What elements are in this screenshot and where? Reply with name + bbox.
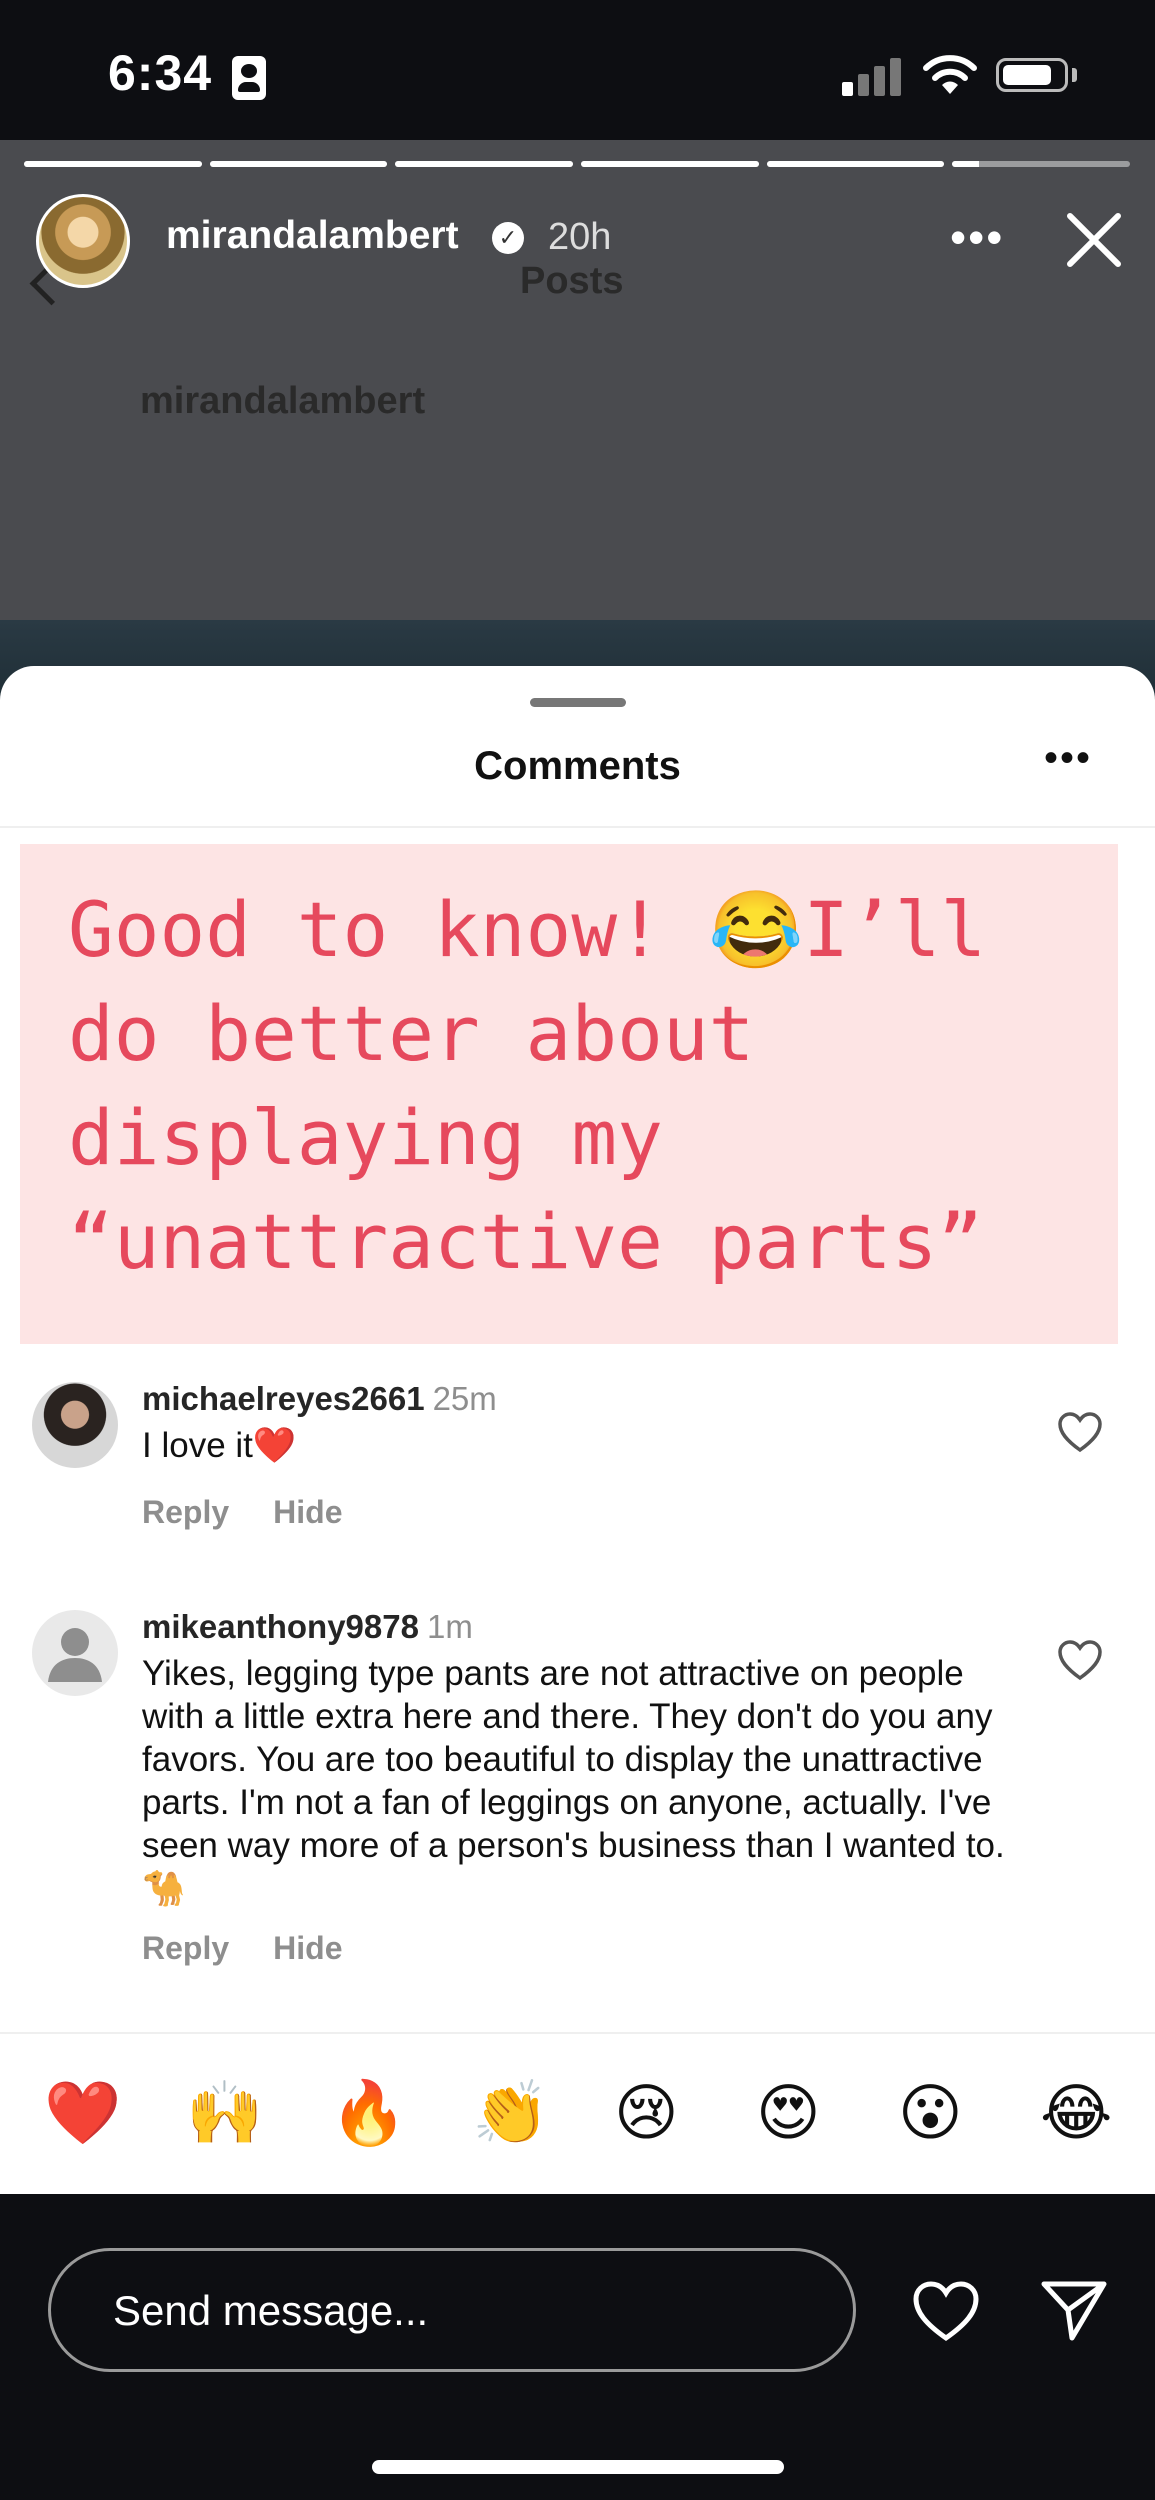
reaction-fire[interactable]: 🔥 bbox=[330, 2074, 407, 2154]
comment-username[interactable]: michaelreyes2661 25m bbox=[142, 1380, 497, 1418]
comment-username-text[interactable]: mikeanthony9878 bbox=[142, 1608, 419, 1645]
like-heart-icon[interactable] bbox=[1056, 1410, 1104, 1454]
reaction-raised-hands[interactable]: 🙌 bbox=[186, 2074, 263, 2154]
story-progress bbox=[24, 161, 1131, 167]
comment-text: Yikes, legging type pants are not attrac… bbox=[142, 1654, 1005, 1908]
comment-text: I love it❤️ bbox=[142, 1426, 297, 1465]
send-icon[interactable] bbox=[1038, 2276, 1110, 2344]
progress-segment bbox=[209, 161, 388, 167]
story-header: mirandalambert ✓ 20h ••• bbox=[0, 190, 1155, 290]
commenter-avatar[interactable] bbox=[32, 1382, 118, 1468]
verified-badge-icon: ✓ bbox=[492, 222, 524, 254]
battery-icon bbox=[996, 58, 1068, 92]
more-options-icon[interactable]: ••• bbox=[950, 210, 1004, 264]
reaction-laughing[interactable]: 😂 bbox=[1040, 2074, 1112, 2154]
story-username[interactable]: mirandalambert bbox=[166, 214, 459, 258]
wifi-icon bbox=[923, 55, 977, 94]
comment-time: 25m bbox=[432, 1380, 497, 1417]
like-story-heart-icon[interactable] bbox=[910, 2278, 982, 2344]
background-post-username: mirandalambert bbox=[140, 380, 426, 422]
cellular-signal-icon bbox=[842, 56, 902, 96]
clock: 6:34 bbox=[108, 45, 213, 101]
status-bar: 6:34 bbox=[0, 0, 1155, 140]
battery-tip bbox=[1072, 68, 1077, 82]
progress-segment bbox=[952, 161, 1131, 167]
comments-sheet: Comments ••• Good to know! 😂I’ll do bett… bbox=[0, 666, 1155, 2194]
hide-button[interactable]: Hide bbox=[273, 1930, 342, 1966]
reaction-heart-eyes[interactable]: 😍 bbox=[756, 2074, 821, 2154]
send-message-input[interactable]: Send message... bbox=[48, 2248, 856, 2372]
progress-segment bbox=[581, 161, 759, 167]
divider bbox=[0, 826, 1155, 828]
story-time: 20h bbox=[548, 216, 612, 258]
default-avatar-icon bbox=[48, 1628, 102, 1682]
comment-actions: Reply Hide bbox=[142, 1494, 386, 1531]
like-heart-icon[interactable] bbox=[1056, 1638, 1104, 1682]
progress-segment bbox=[766, 161, 945, 167]
progress-segment bbox=[24, 161, 202, 167]
comment-time: 1m bbox=[426, 1608, 473, 1645]
comment-item: michaelreyes2661 25m I love it❤️ Reply Hid… bbox=[0, 1374, 1155, 1554]
story-avatar[interactable] bbox=[36, 194, 130, 288]
reply-button[interactable]: Reply bbox=[142, 1930, 229, 1966]
reaction-surprised[interactable]: 😮 bbox=[898, 2074, 963, 2154]
divider bbox=[0, 2032, 1155, 2034]
reply-button[interactable]: Reply bbox=[142, 1494, 229, 1530]
commenter-avatar[interactable] bbox=[32, 1610, 118, 1696]
contact-card-icon bbox=[232, 56, 266, 100]
send-message-placeholder: Send message... bbox=[113, 2287, 429, 2334]
reaction-crying[interactable]: 😢 bbox=[614, 2074, 679, 2154]
hide-button[interactable]: Hide bbox=[273, 1494, 342, 1530]
quick-reactions: ❤️ 🙌 🔥 👏 😢 😍 😮 😂 bbox=[0, 2036, 1155, 2194]
close-icon[interactable] bbox=[1062, 208, 1126, 272]
comment-username[interactable]: mikeanthony9878 1m bbox=[142, 1608, 473, 1646]
drag-handle[interactable] bbox=[530, 698, 626, 707]
reaction-clap[interactable]: 👏 bbox=[472, 2074, 549, 2154]
post-text: Good to know! 😂I’ll do better about disp… bbox=[68, 885, 987, 1286]
sheet-title: Comments bbox=[474, 744, 681, 788]
home-indicator bbox=[372, 2460, 784, 2474]
reaction-heart[interactable]: ❤️ bbox=[44, 2074, 121, 2154]
progress-segment bbox=[395, 161, 574, 167]
comment-actions: Reply Hide bbox=[142, 1930, 386, 1967]
comment-username-text[interactable]: michaelreyes2661 bbox=[142, 1380, 425, 1417]
sheet-more-icon[interactable]: ••• bbox=[1044, 736, 1092, 781]
